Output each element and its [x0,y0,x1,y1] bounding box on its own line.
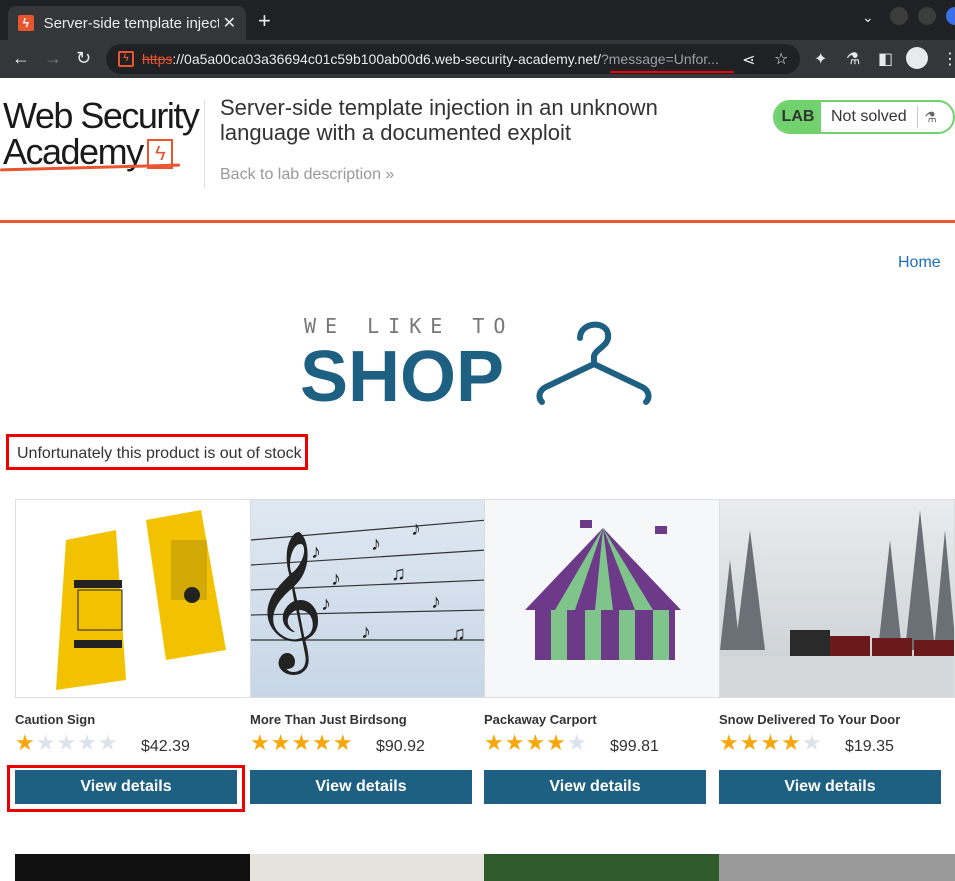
svg-text:♪: ♪ [431,591,441,613]
new-tab-button[interactable]: + [258,8,271,34]
view-details-button[interactable]: View details [719,770,941,804]
lab-label: LAB [775,102,821,132]
product-price: $99.81 [610,738,659,755]
lab-status-text: Not solved [831,108,907,125]
profile-badge-icon[interactable] [946,7,955,25]
rating-stars: ★★★★★ [250,730,354,755]
browser-tab[interactable]: ϟ Server-side template injection ✕ [8,6,246,40]
share-icon[interactable]: ⋖ [742,50,755,70]
product-name: More Than Just Birdsong [250,712,407,727]
product-price: $90.92 [376,738,425,755]
product-name: Packaway Carport [484,712,597,727]
extensions-icon[interactable]: ✦ [814,49,827,69]
hanger-icon [536,321,652,405]
home-link[interactable]: Home [898,254,941,272]
tab-search-icon[interactable]: ⌄ [862,9,874,26]
tab-title: Server-side template injection [43,14,219,32]
url-query-underline [610,71,734,73]
svg-text:♪: ♪ [361,621,371,643]
browser-toolbar: ← → ↻ ϟ https://0a5a00ca03a36694c01c59b1… [0,40,955,78]
header-divider [204,100,205,188]
product-image[interactable] [250,854,486,881]
browser-menu-icon[interactable]: ⋮ [942,49,955,69]
forward-arrow-icon[interactable]: → [44,48,62,69]
bookmark-star-icon[interactable]: ☆ [774,49,788,69]
svg-text:♪: ♪ [411,518,421,540]
rating-stars: ★★★★★ [719,730,823,755]
svg-text:♪: ♪ [311,541,321,563]
svg-text:♪: ♪ [331,568,341,590]
logo-line-1: Web Security [3,95,200,136]
out-of-stock-message: Unfortunately this product is out of sto… [6,434,308,470]
product-image[interactable] [719,499,955,698]
product-image[interactable] [15,499,251,698]
lab-favicon-icon: ϟ [18,15,34,31]
product-name: Caution Sign [15,712,96,727]
product-image[interactable] [719,854,955,881]
back-arrow-icon[interactable]: ← [12,48,30,69]
reload-icon[interactable]: ↻ [76,48,91,69]
web-security-academy-logo[interactable]: Web Security Academy ϟ [3,98,201,170]
profile-avatar-icon[interactable] [906,47,928,69]
labs-flask-icon[interactable]: ⚗ [846,49,860,69]
rating-stars: ★★★★★ [484,730,588,755]
address-bar[interactable]: ϟ https://0a5a00ca03a36694c01c59b100ab00… [106,44,800,74]
minimize-icon[interactable] [890,7,908,25]
svg-text:♪: ♪ [371,533,381,555]
header-rule [0,220,955,223]
product-image[interactable]: 𝄞 ♪ ♪ ♪ ♪ ♫ ♪ ♪ ♪ ♫ [250,499,486,698]
view-details-highlight [7,765,245,812]
product-image[interactable] [484,499,720,698]
svg-text:♫: ♫ [451,623,466,645]
side-panel-icon[interactable]: ◧ [878,49,893,69]
product-image[interactable] [484,854,720,881]
shop-tagline: WE LIKE TO [304,314,515,338]
insecure-site-icon[interactable]: ϟ [118,51,134,67]
lab-status-badge: LAB Not solved ⚗ [773,100,955,134]
svg-text:♫: ♫ [391,563,406,585]
product-name: Snow Delivered To Your Door [719,712,901,727]
product-image[interactable] [15,854,251,881]
view-details-button[interactable]: View details [250,770,472,804]
browser-tab-bar: ϟ Server-side template injection ✕ + ⌄ [0,0,955,40]
product-price: $42.39 [141,738,190,755]
lab-title: Server-side template injection in an unk… [220,95,658,145]
back-to-lab-description-link[interactable]: Back to lab description » [220,166,394,184]
shop-logo-text: SHOP [300,337,505,417]
view-details-button[interactable]: View details [484,770,706,804]
flask-icon: ⚗ [917,106,943,128]
maximize-icon[interactable] [918,7,936,25]
url-text[interactable]: https://0a5a00ca03a36694c01c59b100ab00d6… [142,51,719,67]
rating-stars: ★★★★★ [15,730,119,755]
product-price: $19.35 [845,738,894,755]
svg-text:♪: ♪ [321,593,331,615]
close-tab-icon[interactable]: ✕ [223,13,236,33]
